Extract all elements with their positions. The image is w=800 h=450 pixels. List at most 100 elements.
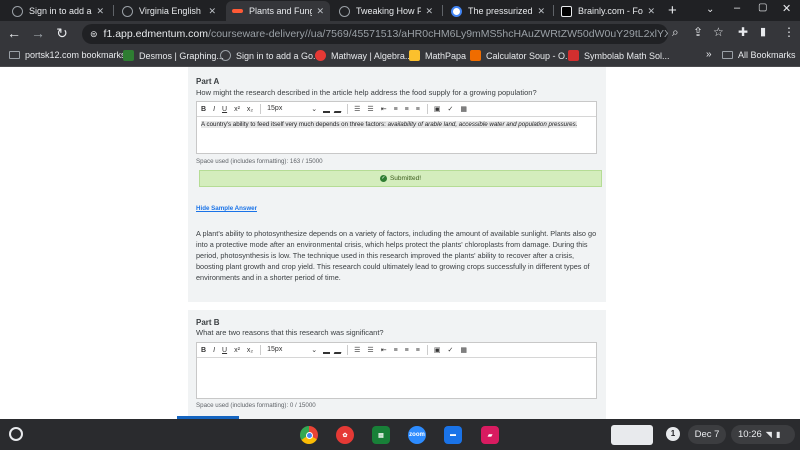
align-left-icon[interactable]: ≡: [394, 347, 398, 354]
align-right-icon[interactable]: ≡: [416, 347, 420, 354]
font-size-value: 15px: [267, 346, 283, 353]
close-icon[interactable]: ✕: [425, 6, 433, 17]
align-right-icon[interactable]: ≡: [416, 106, 420, 113]
outdent-icon[interactable]: ⇤: [381, 105, 387, 113]
bookmark-item[interactable]: Symbolab Math Sol...: [568, 50, 670, 61]
underline-button[interactable]: U: [222, 106, 227, 113]
forward-icon[interactable]: →: [29, 25, 47, 41]
reload-icon[interactable]: ↻: [53, 25, 71, 42]
bookmark-item[interactable]: Sign in to add a Go...: [220, 50, 321, 61]
launcher-icon[interactable]: [9, 427, 23, 441]
hide-sample-answer-link[interactable]: Hide Sample Answer: [196, 205, 257, 212]
close-icon[interactable]: ✕: [208, 6, 216, 17]
close-icon[interactable]: ✕: [316, 6, 324, 17]
part-a-editor: B I U x² x₂ 15px ⌄ ☰ ☰ ⇤ ≡ ≡ ≡ ▣ ✓ ▦ A c…: [196, 101, 597, 154]
notification-badge[interactable]: 1: [666, 427, 680, 441]
date-pill[interactable]: Dec 7: [688, 425, 726, 444]
spellcheck-icon[interactable]: ✓: [447, 346, 453, 354]
bookmark-star-icon[interactable]: ☆: [713, 25, 724, 39]
table-icon[interactable]: ▦: [460, 105, 467, 113]
part-b-answer-input[interactable]: [197, 358, 596, 398]
chrome-app-icon[interactable]: [300, 426, 318, 444]
bookmarks-overflow-button[interactable]: »: [706, 49, 712, 60]
part-b-question: What are two reasons that this research …: [196, 328, 384, 337]
bullet-list-icon[interactable]: ☰: [354, 105, 360, 113]
numbered-list-icon[interactable]: ☰: [367, 346, 373, 354]
italic-button[interactable]: I: [213, 347, 215, 354]
side-panel-icon[interactable]: ▮: [760, 25, 766, 38]
bookmark-item[interactable]: portsk12.com bookmarks: [9, 50, 126, 60]
numbered-list-icon[interactable]: ☰: [367, 105, 373, 113]
highlight-icon[interactable]: [333, 346, 344, 354]
bookmarks-bar: portsk12.com bookmarks Desmos | Graphing…: [0, 47, 800, 67]
tab-search-icon[interactable]: ⌄: [706, 4, 714, 15]
bookmark-item[interactable]: Desmos | Graphing...: [123, 50, 224, 61]
window-close-icon[interactable]: ✕: [782, 2, 791, 15]
bookmark-item[interactable]: MathPapa: [409, 50, 466, 61]
image-icon[interactable]: ▣: [434, 346, 441, 354]
font-size-select[interactable]: 15px ⌄: [267, 105, 317, 113]
close-icon[interactable]: ✕: [647, 6, 655, 17]
outdent-icon[interactable]: ⇤: [381, 346, 387, 354]
mathpapa-icon: [409, 50, 420, 61]
tab-label: Sign in to add a Go: [29, 6, 92, 16]
underline-button[interactable]: U: [222, 347, 227, 354]
check-circle-icon: ✓: [379, 175, 387, 182]
symbolab-icon: [568, 50, 579, 61]
part-a-answer[interactable]: A country's ability to feed itself very …: [197, 117, 596, 133]
tab-3-active[interactable]: Plants and Fungi: T ✕: [226, 1, 330, 21]
bold-button[interactable]: B: [201, 347, 206, 354]
font-size-select[interactable]: 15px ⌄: [267, 346, 317, 354]
all-bookmarks-button[interactable]: All Bookmarks: [722, 50, 796, 60]
image-icon[interactable]: ▣: [434, 105, 441, 113]
back-icon[interactable]: ←: [5, 25, 23, 41]
bookmark-label: Sign in to add a Go...: [236, 50, 321, 61]
menu-icon[interactable]: ⋮: [783, 25, 795, 39]
tab-5[interactable]: The pressurized pl ✕: [445, 1, 551, 21]
status-tray[interactable]: 10:26 ◥ ▮: [731, 425, 795, 444]
tab-6[interactable]: Brainly.com - For s ✕: [555, 1, 661, 21]
align-center-icon[interactable]: ≡: [405, 106, 409, 113]
superscript-button[interactable]: x²: [234, 347, 240, 354]
superscript-button[interactable]: x²: [234, 106, 240, 113]
address-bar[interactable]: ⊜ f1.app.edmentum.com /courseware-delive…: [82, 24, 668, 44]
classroom-app-icon[interactable]: ▤: [372, 426, 390, 444]
part-a-title: Part A: [196, 77, 220, 86]
space-used: Space used (includes formatting): 163 / …: [196, 158, 323, 165]
zoom-search-icon[interactable]: ⌕: [672, 25, 679, 40]
text-color-icon[interactable]: [323, 347, 331, 354]
minimize-icon[interactable]: –: [734, 2, 740, 14]
extensions-icon[interactable]: ✚: [738, 25, 748, 39]
puzzle-app-icon[interactable]: ✿: [336, 426, 354, 444]
globe-icon: [12, 5, 23, 17]
table-icon[interactable]: ▦: [460, 346, 467, 354]
bookmark-item[interactable]: Mathway | Algebra...: [315, 50, 412, 61]
close-icon[interactable]: ✕: [537, 6, 545, 17]
app-icon-pink[interactable]: ▰: [481, 426, 499, 444]
bold-button[interactable]: B: [201, 106, 206, 113]
bookmark-label: MathPapa: [425, 50, 467, 61]
new-tab-icon[interactable]: +: [668, 2, 677, 19]
tab-2[interactable]: Virginia English 10 ✕: [116, 1, 222, 21]
zoom-app-icon[interactable]: zoom: [408, 426, 426, 444]
subscript-button[interactable]: x₂: [247, 106, 253, 113]
globe-icon: [122, 5, 133, 17]
toolbar-divider: [347, 104, 349, 114]
italic-button[interactable]: I: [213, 106, 215, 113]
tab-1[interactable]: Sign in to add a Go ✕: [6, 1, 110, 21]
bullet-list-icon[interactable]: ☰: [354, 346, 360, 354]
spellcheck-icon[interactable]: ✓: [447, 105, 453, 113]
align-center-icon[interactable]: ≡: [405, 347, 409, 354]
globe-icon: [339, 5, 350, 17]
subscript-button[interactable]: x₂: [247, 347, 253, 354]
tab-4[interactable]: Tweaking How Plan ✕: [333, 1, 439, 21]
screenshot-thumbnail[interactable]: [611, 425, 653, 445]
align-left-icon[interactable]: ≡: [394, 106, 398, 113]
highlight-icon[interactable]: [333, 105, 344, 113]
maximize-icon[interactable]: ▢: [758, 2, 767, 13]
bookmark-item[interactable]: Calculator Soup - O...: [470, 50, 573, 61]
files-app-icon[interactable]: ▬: [444, 426, 462, 444]
close-icon[interactable]: ✕: [96, 6, 104, 17]
share-icon[interactable]: ⇪: [693, 25, 703, 39]
text-color-icon[interactable]: [323, 106, 331, 113]
